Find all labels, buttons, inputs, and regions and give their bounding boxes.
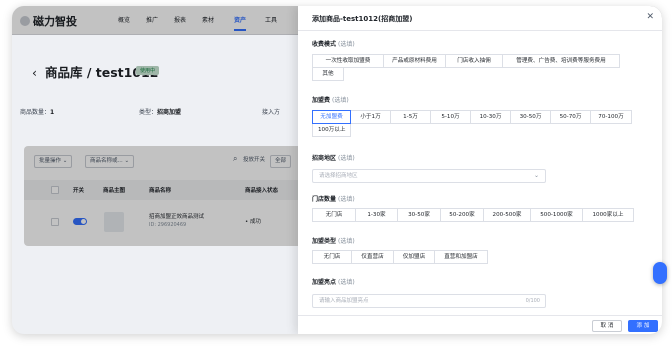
fee-mode-option[interactable]: 产品或原材料费用 [383,54,446,68]
floating-assistant-button[interactable] [653,262,667,284]
join-type-option[interactable]: 直营和加盟店 [434,250,488,264]
add-product-drawer: 添加商品-test1012(招商加盟) ✕ 收费模式 (选填) 一次性收取加盟费 … [298,6,662,334]
join-fee-option[interactable]: 小于1万 [350,110,391,124]
product-id: ID: 296920469 [149,222,187,228]
join-fee-option[interactable]: 5-10万 [430,110,471,124]
fee-mode-option[interactable]: 一次性收取加盟费 [312,54,384,68]
store-count-option[interactable]: 50-200家 [440,208,484,222]
fee-mode-option[interactable]: 管理费、广告费、培训费等服务费用 [502,54,620,68]
product-name-filter[interactable]: 商品名称或... ⌄ [85,155,135,168]
cancel-button[interactable]: 取 消 [592,320,622,332]
divider [298,30,662,31]
app-window: 磁力智投 概览 推广 报表 素材 资产 工具 ‹ 商品库 / test1012 使… [12,6,662,334]
search-icon[interactable]: ⌕ [233,154,237,164]
join-type-option[interactable]: 仅加盟店 [393,250,435,264]
store-count-option[interactable]: 无门店 [312,208,356,222]
fee-mode-options: 一次性收取加盟费 产品或原材料费用 门店收入抽佣 管理费、广告费、培训费等服务费… [312,54,642,81]
add-button[interactable]: 添 加 [628,320,658,332]
status-badge: 使用中 [136,66,160,75]
join-type-option[interactable]: 无门店 [312,250,352,264]
row-toggle[interactable] [73,218,87,225]
back-icon[interactable] [20,16,30,26]
nav-overview[interactable]: 概览 [118,15,130,24]
store-count-option[interactable]: 30-50家 [397,208,441,222]
nav-materials[interactable]: 素材 [202,15,214,24]
divider [298,315,662,316]
product-name[interactable]: 招商加盟正效商品测试 [149,212,204,220]
fee-mode-label: 收费模式 (选填) [312,41,355,48]
close-icon[interactable]: ✕ [646,12,654,22]
join-fee-option[interactable]: 100万以上 [312,123,351,137]
access-label: 接入方 [262,109,281,116]
row-checkbox[interactable] [51,218,59,226]
char-counter: 0/100 [525,298,540,304]
nav-tools[interactable]: 工具 [265,15,277,24]
fee-mode-option[interactable]: 门店收入抽佣 [445,54,503,68]
product-type: 类型：招商加盟 [139,109,182,116]
highlight-label: 加盟亮点 (选填) [312,279,355,286]
join-fee-label: 加盟费 (选填) [312,97,349,104]
switch-filter-input[interactable]: 全部 [270,155,292,168]
product-thumbnail [104,212,124,232]
store-count-option[interactable]: 200-500家 [483,208,531,222]
batch-operation-dropdown[interactable]: 批量操作 ⌄ [34,155,73,168]
chevron-down-icon: ⌄ [533,172,539,179]
store-count-option[interactable]: 1000家以上 [582,208,634,222]
join-fee-option[interactable]: 1-5万 [390,110,431,124]
join-fee-option-selected[interactable]: 无加盟费 [312,110,351,124]
nav-assets[interactable]: 资产 [234,15,247,31]
join-type-option[interactable]: 仅直营店 [351,250,394,264]
join-type-label: 加盟类型 (选填) [312,238,355,245]
col-name: 商品名称 [149,188,172,194]
chevron-left-icon[interactable]: ‹ [32,65,37,80]
switch-filter-label: 投放开关 [243,157,266,163]
join-fee-option[interactable]: 50-70万 [550,110,591,124]
highlight-input[interactable]: 请输入商品加盟亮点 0/100 [312,294,546,308]
nav-promotion[interactable]: 推广 [146,15,158,24]
product-count: 商品数量：1 [20,109,55,116]
join-fee-option[interactable]: 10-30万 [470,110,511,124]
join-fee-option[interactable]: 30-50万 [510,110,551,124]
store-count-options: 无门店 1-30家 30-50家 50-200家 200-500家 500-10… [312,208,642,222]
region-label: 招商地区 (选填) [312,155,355,162]
region-select[interactable]: 请选择招商地区 ⌄ [312,169,546,183]
drawer-title: 添加商品-test1012(招商加盟) [312,15,413,23]
join-type-options: 无门店 仅直营店 仅加盟店 直营和加盟店 [312,250,642,264]
store-count-option[interactable]: 500-1000家 [530,208,583,222]
join-fee-options: 无加盟费 小于1万 1-5万 5-10万 10-30万 30-50万 50-70… [312,110,642,137]
fee-mode-option[interactable]: 其他 [312,67,344,81]
store-count-label: 门店数量 (选填) [312,196,355,203]
logo: 磁力智投 [20,13,77,29]
row-status: • 成功 [245,219,261,225]
col-switch: 开关 [73,188,85,194]
join-fee-option[interactable]: 70-100万 [590,110,632,124]
select-all-checkbox[interactable] [51,186,59,194]
col-status: 商品接入状态 [245,188,279,194]
col-image: 商品主图 [103,188,126,194]
store-count-option[interactable]: 1-30家 [355,208,398,222]
nav-reports[interactable]: 报表 [174,15,186,24]
